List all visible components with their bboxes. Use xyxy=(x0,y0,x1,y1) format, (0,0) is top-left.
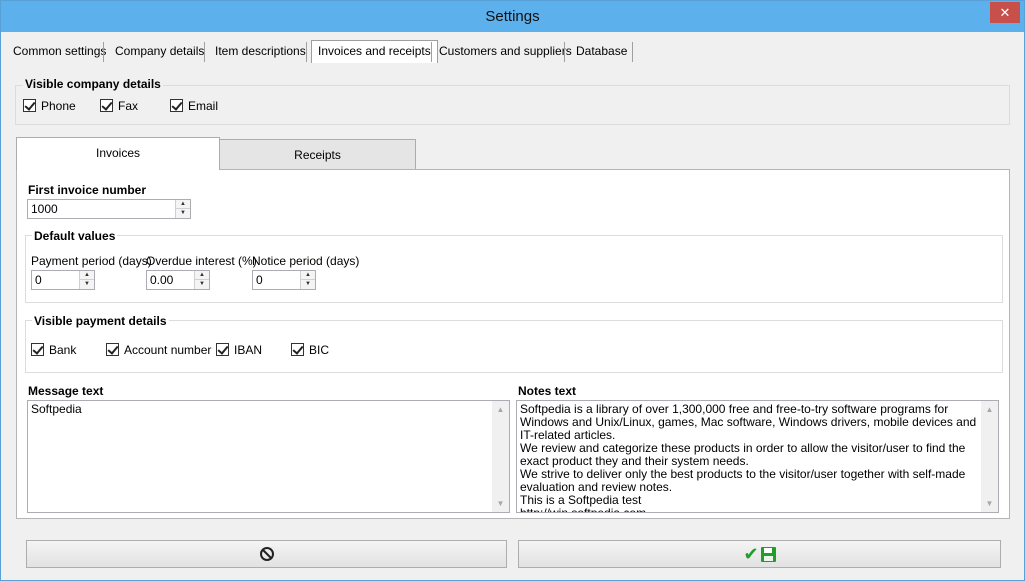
cancel-icon xyxy=(259,547,274,561)
tab-separator xyxy=(632,42,633,62)
scroll-up-icon[interactable]: ▲ xyxy=(492,401,509,418)
close-icon: ✕ xyxy=(999,5,1011,20)
phone-checkbox[interactable]: Phone xyxy=(23,98,76,114)
scroll-up-icon[interactable]: ▲ xyxy=(981,401,998,418)
stepper-arrows[interactable]: ▲ ▼ xyxy=(300,271,315,289)
message-text-area[interactable]: Softpedia ▲ ▼ xyxy=(27,400,510,513)
subtab-receipts[interactable]: Receipts xyxy=(219,139,416,170)
visible-company-details-title: Visible company details xyxy=(23,77,163,91)
checkmark-icon xyxy=(170,99,183,112)
email-label: Email xyxy=(188,99,219,113)
overdue-interest-stepper[interactable]: 0.00 ▲ ▼ xyxy=(146,270,210,290)
cancel-button[interactable] xyxy=(26,540,507,568)
tab-separator xyxy=(204,42,205,62)
floppy-disk-icon xyxy=(760,546,776,562)
message-text-content: Softpedia xyxy=(31,402,82,416)
arrow-up-icon[interactable]: ▲ xyxy=(195,271,209,280)
account-number-label: Account number xyxy=(124,343,212,357)
overdue-interest-label: Overdue interest (%) xyxy=(146,254,257,268)
tab-separator xyxy=(431,42,432,62)
title-bar: Settings ✕ xyxy=(1,1,1024,32)
message-scrollbar[interactable]: ▲ ▼ xyxy=(492,401,509,512)
arrow-up-icon[interactable]: ▲ xyxy=(80,271,94,280)
tab-item-descriptions[interactable]: Item descriptions xyxy=(209,41,312,63)
notes-text-content: Softpedia is a library of over 1,300,000… xyxy=(520,402,977,513)
checkmark-icon: ✔ xyxy=(743,544,759,564)
close-button[interactable]: ✕ xyxy=(990,2,1020,23)
subtab-invoices[interactable]: Invoices xyxy=(16,137,220,170)
iban-label: IBAN xyxy=(234,343,263,357)
checkmark-icon xyxy=(106,343,119,356)
overdue-interest-value: 0.00 xyxy=(150,273,174,287)
bank-checkbox[interactable]: Bank xyxy=(31,342,76,358)
check-save-icon: ✔ xyxy=(743,544,776,564)
notice-period-stepper[interactable]: 0 ▲ ▼ xyxy=(252,270,316,290)
account-number-checkbox[interactable]: Account number xyxy=(106,342,211,358)
bic-checkbox[interactable]: BIC xyxy=(291,342,329,358)
bic-label: BIC xyxy=(309,343,330,357)
tab-company-details[interactable]: Company details xyxy=(109,41,210,63)
payment-period-label: Payment period (days) xyxy=(31,254,152,268)
arrow-down-icon[interactable]: ▼ xyxy=(80,280,94,289)
default-values-group xyxy=(25,235,1003,303)
fax-label: Fax xyxy=(118,99,139,113)
tab-customers-and-suppliers[interactable]: Customers and suppliers xyxy=(433,41,578,63)
save-button[interactable]: ✔ xyxy=(518,540,1001,568)
checkmark-icon xyxy=(291,343,304,356)
scroll-down-icon[interactable]: ▼ xyxy=(492,495,509,512)
fax-checkbox[interactable]: Fax xyxy=(100,98,138,114)
tab-invoices-and-receipts[interactable]: Invoices and receipts xyxy=(311,40,438,63)
settings-window: Settings ✕ Common settings Company detai… xyxy=(0,0,1025,581)
window-title: Settings xyxy=(485,8,540,25)
first-invoice-number-label: First invoice number xyxy=(28,183,147,197)
arrow-down-icon[interactable]: ▼ xyxy=(176,209,190,218)
tab-common-settings[interactable]: Common settings xyxy=(7,41,112,63)
notes-text-area[interactable]: Softpedia is a library of over 1,300,000… xyxy=(516,400,999,513)
message-text-label: Message text xyxy=(28,384,104,398)
payment-period-stepper[interactable]: 0 ▲ ▼ xyxy=(31,270,95,290)
notes-scrollbar[interactable]: ▲ ▼ xyxy=(981,401,998,512)
arrow-down-icon[interactable]: ▼ xyxy=(195,280,209,289)
visible-payment-details-title: Visible payment details xyxy=(32,314,169,328)
bank-label: Bank xyxy=(49,343,77,357)
notice-period-value: 0 xyxy=(256,273,263,287)
checkmark-icon xyxy=(100,99,113,112)
scroll-down-icon[interactable]: ▼ xyxy=(981,495,998,512)
checkmark-icon xyxy=(216,343,229,356)
iban-checkbox[interactable]: IBAN xyxy=(216,342,262,358)
tab-separator xyxy=(103,42,104,62)
stepper-arrows[interactable]: ▲ ▼ xyxy=(175,200,190,218)
visible-company-details-group xyxy=(15,85,1010,125)
tab-database[interactable]: Database xyxy=(570,41,633,63)
stepper-arrows[interactable]: ▲ ▼ xyxy=(194,271,209,289)
payment-period-value: 0 xyxy=(35,273,42,287)
first-invoice-number-stepper[interactable]: 1000 ▲ ▼ xyxy=(27,199,191,219)
arrow-down-icon[interactable]: ▼ xyxy=(301,280,315,289)
notice-period-label: Notice period (days) xyxy=(252,254,360,268)
arrow-up-icon[interactable]: ▲ xyxy=(176,200,190,209)
arrow-up-icon[interactable]: ▲ xyxy=(301,271,315,280)
tab-separator xyxy=(564,42,565,62)
checkmark-icon xyxy=(31,343,44,356)
stepper-arrows[interactable]: ▲ ▼ xyxy=(79,271,94,289)
checkmark-icon xyxy=(23,99,36,112)
phone-label: Phone xyxy=(41,99,76,113)
tab-separator xyxy=(306,42,307,62)
email-checkbox[interactable]: Email xyxy=(170,98,218,114)
default-values-title: Default values xyxy=(32,229,118,243)
notes-text-label: Notes text xyxy=(518,384,577,398)
first-invoice-number-value: 1000 xyxy=(31,202,58,216)
